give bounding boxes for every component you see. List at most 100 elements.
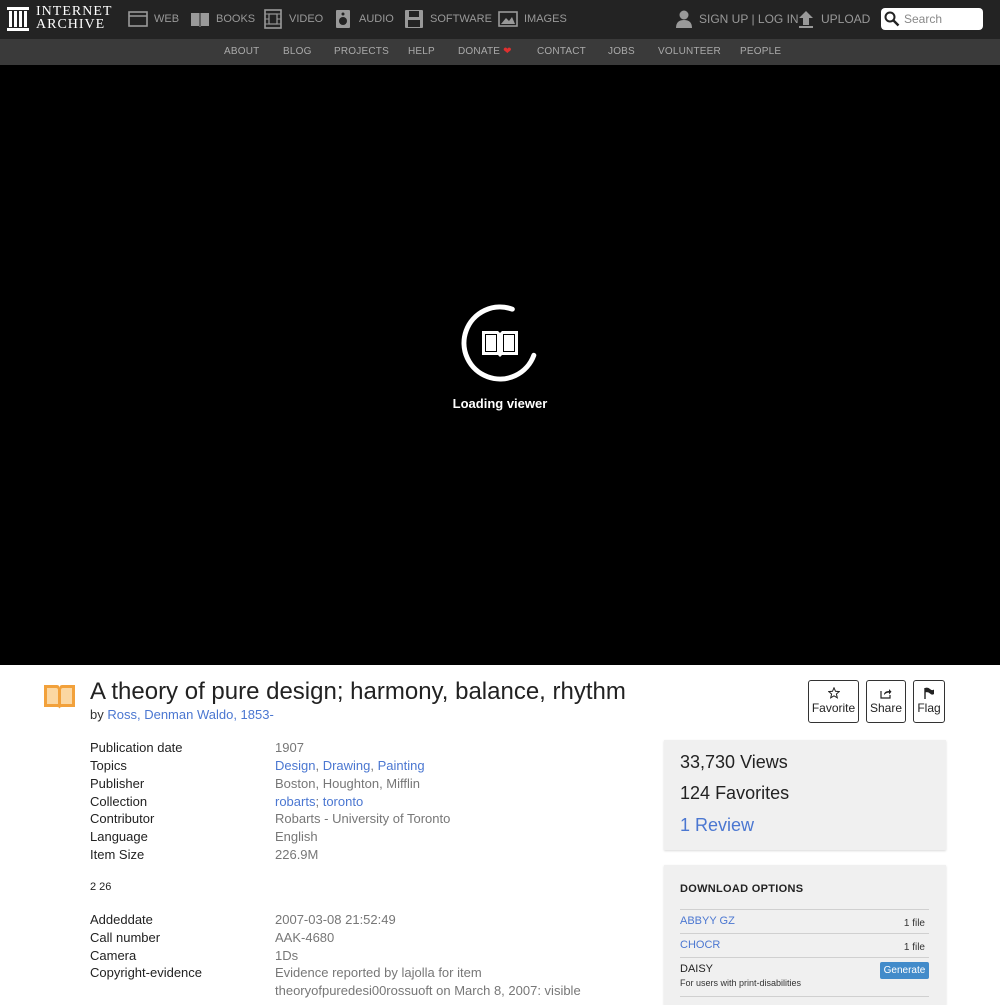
views-count: 33,730 <box>680 752 736 772</box>
camera-value: 1Ds <box>275 948 299 963</box>
images-icon <box>498 11 518 27</box>
publisher-value: Boston, Houghton, Mifflin <box>275 776 421 791</box>
favorite-label: Favorite <box>811 701 856 715</box>
subnav-help[interactable]: HELP <box>408 46 435 57</box>
stats-panel: 33,730 Views 124 Favorites 1 Review <box>664 740 946 850</box>
views-label: Views <box>740 752 788 772</box>
share-label: Share <box>869 701 903 715</box>
collection-separator: ; <box>315 794 323 809</box>
software-icon <box>405 10 423 28</box>
flag-icon <box>924 687 934 699</box>
nav-images[interactable]: Images <box>498 9 567 29</box>
collection-link[interactable]: robarts <box>275 794 315 809</box>
topics-value: Design, Drawing, Painting <box>275 758 425 773</box>
meta-label: Copyright-evidence <box>90 965 203 980</box>
subnav-contact[interactable]: CONTACT <box>537 46 586 57</box>
meta-label: Contributor <box>90 811 155 826</box>
favorite-button[interactable]: Favorite <box>808 680 859 723</box>
loading-spinner-icon <box>461 304 537 382</box>
addeddate-value: 2007-03-08 21:52:49 <box>275 912 396 927</box>
language-link[interactable]: English <box>275 829 318 844</box>
logo-text: INTERNET ARCHIVE <box>36 4 113 32</box>
share-icon <box>880 689 892 699</box>
flag-button[interactable]: Flag <box>913 680 945 723</box>
item-byline: by Ross, Denman Waldo, 1853- <box>90 707 274 722</box>
favorites-stat: 124 Favorites <box>680 783 789 804</box>
topic-link[interactable]: Painting <box>378 758 425 773</box>
item-title: A theory of pure design; harmony, balanc… <box>90 678 626 705</box>
book-icon <box>44 685 75 709</box>
byline-prefix: by <box>90 707 104 722</box>
heart-icon: ❤ <box>503 46 512 57</box>
meta-label: Addeddate <box>90 912 153 927</box>
internet-archive-logo[interactable]: INTERNET ARCHIVE <box>7 4 113 32</box>
top-navigation: INTERNET ARCHIVE Web Books Video Audio S… <box>0 0 1000 39</box>
meta-label: Item Size <box>90 847 145 862</box>
copyright-evidence-value-cont: theoryofpuredesi00rossuoft on March 8, 2… <box>275 983 581 998</box>
search-input[interactable] <box>904 12 980 26</box>
subnav-people[interactable]: PEOPLE <box>740 46 781 57</box>
meta-label: Publisher <box>90 776 145 791</box>
generate-button[interactable]: Generate <box>880 962 929 979</box>
call-number-value: AAK-4680 <box>275 930 335 945</box>
meta-label: Call number <box>90 930 161 945</box>
upload-link[interactable]: UPLOAD <box>797 9 870 29</box>
subnav-donate-label: DONATE <box>458 46 501 57</box>
topic-link[interactable]: Drawing <box>323 758 371 773</box>
download-options-title: DOWNLOAD OPTIONS <box>680 883 804 895</box>
meta-label: Publication date <box>90 740 183 755</box>
meta-label: Camera <box>90 948 137 963</box>
download-chocr-link[interactable]: CHOCR <box>680 939 720 951</box>
download-abbyy-link[interactable]: ABBYY GZ <box>680 915 735 927</box>
favorites-label: Favorites <box>715 783 790 803</box>
web-icon <box>128 11 148 27</box>
nav-audio[interactable]: Audio <box>333 9 394 29</box>
nav-web[interactable]: Web <box>128 9 179 29</box>
nav-video[interactable]: Video <box>263 9 323 29</box>
meta-label: Collection <box>90 794 148 809</box>
subnav-about[interactable]: ABOUT <box>224 46 259 57</box>
book-viewer[interactable]: Loading viewer <box>0 65 1000 665</box>
star-icon <box>827 687 840 699</box>
subnav-donate[interactable]: DONATE ❤ <box>458 46 512 57</box>
flag-label: Flag <box>917 701 941 715</box>
daisy-label: DAISY <box>680 963 714 975</box>
secondary-navigation: ABOUT BLOG PROJECTS HELP DONATE ❤ CONTACT… <box>0 39 1000 65</box>
subnav-projects[interactable]: PROJECTS <box>334 46 389 57</box>
search-icon <box>884 11 900 27</box>
collection-value: robarts; toronto <box>275 794 363 809</box>
publication-date-link[interactable]: 1907 <box>275 740 304 755</box>
nav-software[interactable]: Software <box>404 9 492 29</box>
subnav-blog[interactable]: BLOG <box>283 46 312 57</box>
item-note: 2 26 <box>90 881 112 893</box>
views-stat: 33,730 Views <box>680 752 788 773</box>
author-link[interactable]: Ross, Denman Waldo, 1853- <box>107 707 273 722</box>
subnav-volunteer[interactable]: VOLUNTEER <box>658 46 721 57</box>
download-row-daisy: DAISY For users with print-disabilities … <box>680 957 929 997</box>
file-count[interactable]: 1 file <box>904 918 925 929</box>
user-icon <box>676 10 692 28</box>
auth-links[interactable]: SIGN UP | LOG IN <box>675 9 799 29</box>
reviews-link[interactable]: 1 Review <box>680 815 754 836</box>
download-row: ABBYY GZ 1 file <box>680 909 929 933</box>
item-size-value: 226.9M <box>275 847 319 862</box>
audio-icon <box>336 10 350 28</box>
download-row: CHOCR 1 file <box>680 933 929 957</box>
nav-books[interactable]: Books <box>190 9 255 29</box>
archive-building-icon <box>7 7 29 31</box>
collection-link[interactable]: toronto <box>323 794 363 809</box>
books-icon <box>191 13 209 27</box>
video-icon <box>264 9 282 29</box>
file-count[interactable]: 1 file <box>904 942 925 953</box>
daisy-description: For users with print-disabilities <box>680 978 802 988</box>
meta-label: Language <box>90 829 148 844</box>
search-box <box>881 8 983 30</box>
contributor-link[interactable]: Robarts - University of Toronto <box>275 811 450 826</box>
meta-label: Topics <box>90 758 127 773</box>
topic-link[interactable]: Design <box>275 758 315 773</box>
subnav-jobs[interactable]: JOBS <box>608 46 635 57</box>
copyright-evidence-value: Evidence reported by lajolla for item <box>275 965 482 980</box>
upload-icon <box>799 11 813 28</box>
favorites-count: 124 <box>680 783 711 803</box>
share-button[interactable]: Share <box>866 680 906 723</box>
